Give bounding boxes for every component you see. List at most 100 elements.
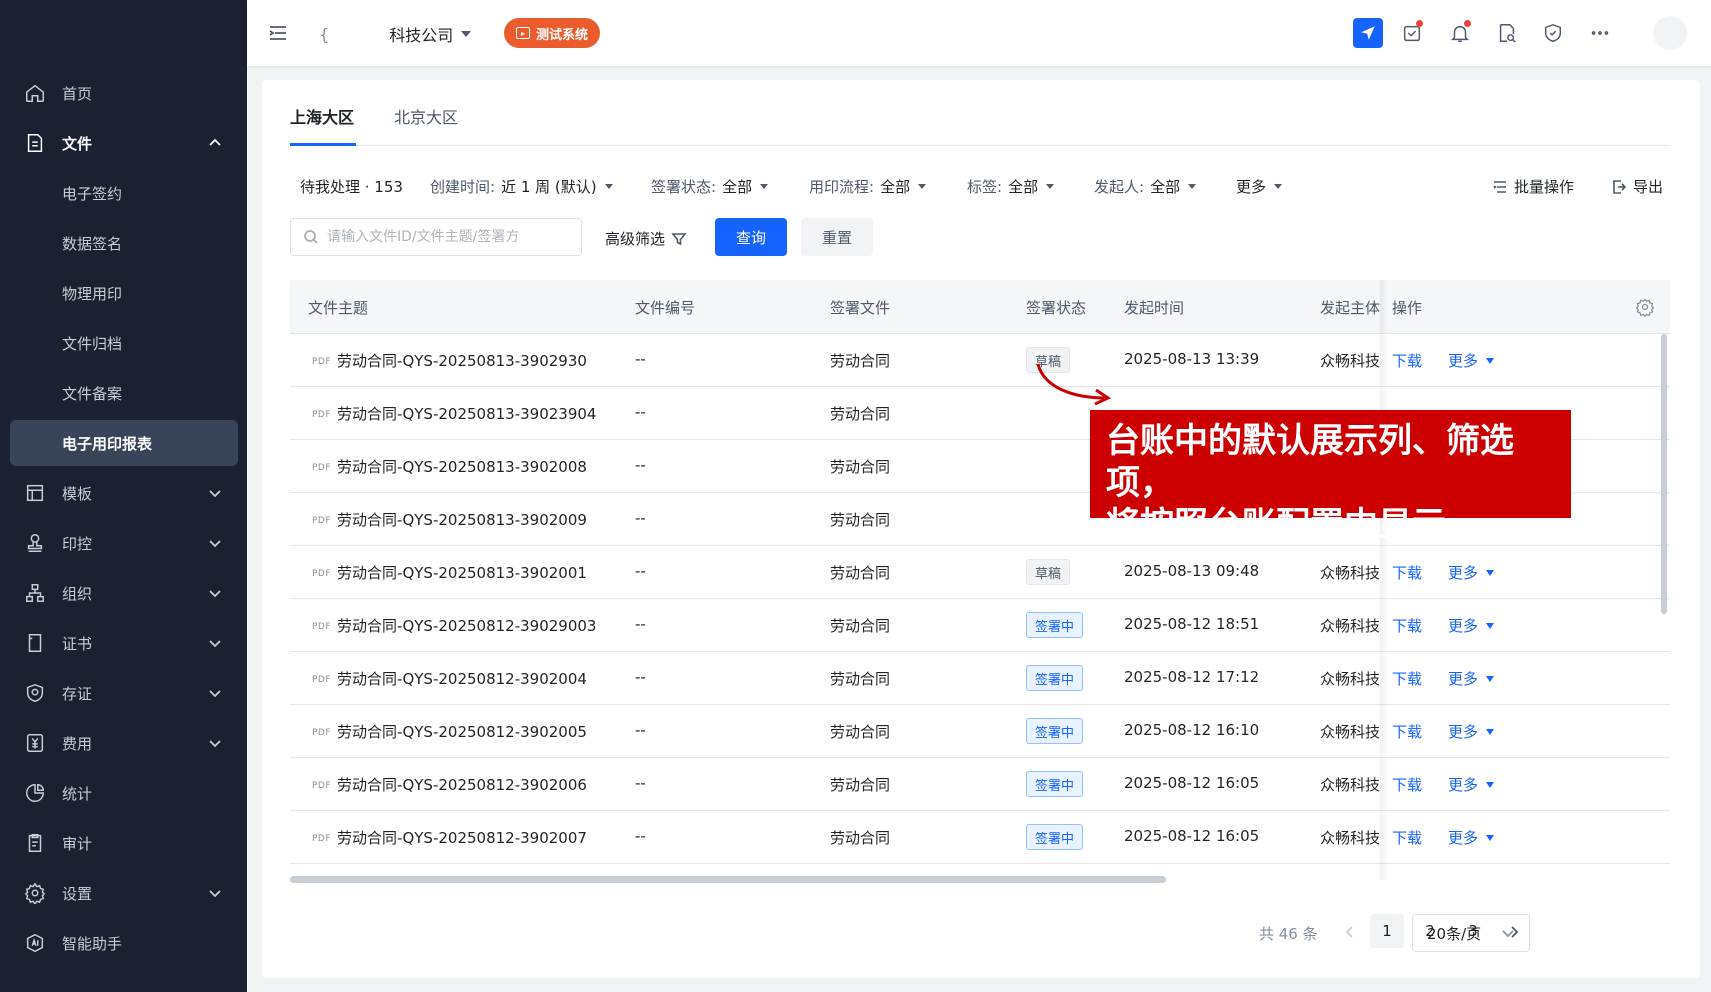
sidebar-item-label: 设置 bbox=[62, 884, 93, 903]
initiated-time-cell: 2025-08-12 16:05 bbox=[1124, 774, 1260, 792]
sign-status-filter[interactable]: 签署状态: 全部 bbox=[651, 176, 769, 197]
test-tag-icon: ▸ bbox=[516, 27, 530, 39]
table-row[interactable]: PDF 劳动合同-QYS-20250812-3902005 -- 劳动合同 签署中 202… bbox=[290, 705, 1670, 758]
chevron-down-icon bbox=[208, 586, 222, 600]
table-header: 文件主题 文件编号 签署文件 签署状态 发起时间 发起主体 操作 bbox=[290, 280, 1670, 334]
initiator-filter[interactable]: 发起人: 全部 bbox=[1094, 176, 1197, 197]
file-subject-cell[interactable]: PDF 劳动合同-QYS-20250812-3902005 bbox=[312, 721, 587, 742]
page-number[interactable]: 1 bbox=[1370, 914, 1404, 948]
more-actions-link[interactable]: 更多 bbox=[1448, 827, 1495, 848]
sidebar-subitem-data-sign[interactable]: 数据签名 bbox=[10, 220, 238, 266]
reset-button[interactable]: 重置 bbox=[801, 218, 873, 256]
sidebar-item-evidence[interactable]: 存证 bbox=[10, 670, 238, 716]
advanced-filter-button[interactable]: 高级筛选 bbox=[605, 228, 687, 249]
file-subject-cell[interactable]: PDF 劳动合同-QYS-20250813-3902008 bbox=[312, 456, 587, 477]
caret-down-icon bbox=[604, 184, 613, 189]
sidebar-subitem-seal-report[interactable]: 电子用印报表 bbox=[10, 420, 238, 466]
sign-file-cell: 劳动合同 bbox=[830, 511, 891, 529]
more-filter[interactable]: 更多 bbox=[1236, 176, 1283, 197]
column-header: 操作 bbox=[1392, 299, 1423, 317]
export-button[interactable]: 导出 bbox=[1611, 176, 1663, 197]
sidebar-item-ai-assistant[interactable]: 智能助手 bbox=[10, 920, 238, 966]
query-button[interactable]: 查询 bbox=[715, 218, 787, 256]
download-link[interactable]: 下载 bbox=[1392, 827, 1422, 848]
file-subject-cell[interactable]: PDF 劳动合同-QYS-20250813-3902009 bbox=[312, 509, 587, 530]
search-input-wrapper bbox=[290, 218, 582, 256]
table-row[interactable]: PDF 劳动合同-QYS-20250812-3902004 -- 劳动合同 签署中 202… bbox=[290, 652, 1670, 705]
caret-down-icon bbox=[760, 184, 769, 189]
doc-search-button[interactable] bbox=[1494, 20, 1520, 46]
caret-down-icon bbox=[1188, 184, 1197, 189]
more-actions-link[interactable]: 更多 bbox=[1448, 615, 1495, 636]
sidebar-item-home[interactable]: 首页 bbox=[10, 70, 238, 116]
download-link[interactable]: 下载 bbox=[1392, 615, 1422, 636]
tab-beijing[interactable]: 北京大区 bbox=[394, 104, 458, 128]
file-subject-cell[interactable]: PDF 劳动合同-QYS-20250812-3902004 bbox=[312, 668, 587, 689]
task-button[interactable] bbox=[1399, 20, 1425, 46]
tag-filter[interactable]: 标签: 全部 bbox=[967, 176, 1055, 197]
vertical-scrollbar[interactable] bbox=[1661, 334, 1667, 614]
ai-icon bbox=[24, 932, 46, 954]
file-subject-cell[interactable]: PDF 劳动合同-QYS-20250813-3902001 bbox=[312, 562, 587, 583]
bell-button[interactable] bbox=[1447, 20, 1473, 46]
caret-down-icon bbox=[1486, 781, 1495, 788]
prev-page-icon[interactable] bbox=[1342, 924, 1358, 940]
sidebar-item-templates[interactable]: 模板 bbox=[10, 470, 238, 516]
table-row[interactable]: PDF 劳动合同-QYS-20250813-3902001 -- 劳动合同 草稿 2025… bbox=[290, 546, 1670, 599]
sidebar-subitem-esign[interactable]: 电子签约 bbox=[10, 170, 238, 216]
caret-down-icon bbox=[1486, 569, 1495, 576]
more-actions-link[interactable]: 更多 bbox=[1448, 350, 1495, 371]
company-prefix: { bbox=[319, 24, 330, 44]
pending-filter[interactable]: 待我处理 · 153 bbox=[300, 176, 403, 197]
batch-operation-button[interactable]: 批量操作 bbox=[1492, 176, 1574, 197]
table-row[interactable]: PDF 劳动合同-QYS-20250812-3902007 -- 劳动合同 签署中 202… bbox=[290, 811, 1670, 864]
more-actions-link[interactable]: 更多 bbox=[1448, 668, 1495, 689]
download-link[interactable]: 下载 bbox=[1392, 350, 1422, 371]
sidebar-item-billing[interactable]: 费用 bbox=[10, 720, 238, 766]
table-row[interactable]: PDF 劳动合同-QYS-20250812-3902006 -- 劳动合同 签署中 202… bbox=[290, 758, 1670, 811]
avatar[interactable] bbox=[1653, 16, 1687, 50]
fixed-column-shadow bbox=[1380, 280, 1388, 880]
menu-toggle-icon[interactable] bbox=[267, 22, 289, 44]
file-subject-cell[interactable]: PDF 劳动合同-QYS-20250812-3902006 bbox=[312, 774, 587, 795]
tab-shanghai[interactable]: 上海大区 bbox=[290, 104, 354, 128]
file-subject-cell[interactable]: PDF 劳动合同-QYS-20250812-39029003 bbox=[312, 615, 596, 636]
file-subject-cell[interactable]: PDF 劳动合同-QYS-20250813-39023904 bbox=[312, 403, 596, 424]
file-number-cell: -- bbox=[635, 668, 646, 686]
sidebar-item-organization[interactable]: 组织 bbox=[10, 570, 238, 616]
sidebar-item-settings[interactable]: 设置 bbox=[10, 870, 238, 916]
pdf-icon: PDF bbox=[312, 515, 332, 526]
created-time-filter[interactable]: 创建时间: 近 1 周 (默认) bbox=[430, 176, 613, 197]
table-row[interactable]: PDF 劳动合同-QYS-20250813-3902930 -- 劳动合同 草稿 2025… bbox=[290, 334, 1670, 387]
file-subject-cell[interactable]: PDF 劳动合同-QYS-20250813-3902930 bbox=[312, 350, 587, 371]
download-link[interactable]: 下载 bbox=[1392, 721, 1422, 742]
sidebar-item-seal-control[interactable]: 印控 bbox=[10, 520, 238, 566]
more-button[interactable] bbox=[1587, 20, 1613, 46]
sidebar-item-certificates[interactable]: 证书 bbox=[10, 620, 238, 666]
security-button[interactable] bbox=[1540, 20, 1566, 46]
more-actions-label: 更多 bbox=[1448, 670, 1479, 688]
download-link[interactable]: 下载 bbox=[1392, 774, 1422, 795]
download-link[interactable]: 下载 bbox=[1392, 668, 1422, 689]
more-actions-link[interactable]: 更多 bbox=[1448, 562, 1495, 583]
pdf-icon: PDF bbox=[312, 674, 332, 685]
sidebar-item-audit[interactable]: 审计 bbox=[10, 820, 238, 866]
sidebar-item-statistics[interactable]: 统计 bbox=[10, 770, 238, 816]
sidebar-item-label: 费用 bbox=[62, 734, 93, 753]
table-row[interactable]: PDF 劳动合同-QYS-20250812-39029003 -- 劳动合同 签署中 20… bbox=[290, 599, 1670, 652]
download-link[interactable]: 下载 bbox=[1392, 562, 1422, 583]
company-switcher[interactable]: { 科技公司 bbox=[319, 22, 472, 46]
file-subject-cell[interactable]: PDF 劳动合同-QYS-20250812-3902007 bbox=[312, 827, 587, 848]
send-button[interactable] bbox=[1353, 18, 1383, 48]
sidebar-subitem-archive[interactable]: 文件归档 bbox=[10, 320, 238, 366]
page-size-select[interactable]: 20条/页 bbox=[1412, 914, 1530, 952]
sidebar-item-files[interactable]: 文件 bbox=[10, 120, 238, 166]
horizontal-scrollbar[interactable] bbox=[290, 876, 1166, 883]
sidebar-subitem-physical-seal[interactable]: 物理用印 bbox=[10, 270, 238, 316]
column-settings-icon[interactable] bbox=[1635, 297, 1655, 318]
more-actions-link[interactable]: 更多 bbox=[1448, 721, 1495, 742]
more-actions-link[interactable]: 更多 bbox=[1448, 774, 1495, 795]
sidebar-subitem-filing[interactable]: 文件备案 bbox=[10, 370, 238, 416]
seal-flow-filter[interactable]: 用印流程: 全部 bbox=[809, 176, 927, 197]
search-input[interactable] bbox=[327, 229, 567, 245]
